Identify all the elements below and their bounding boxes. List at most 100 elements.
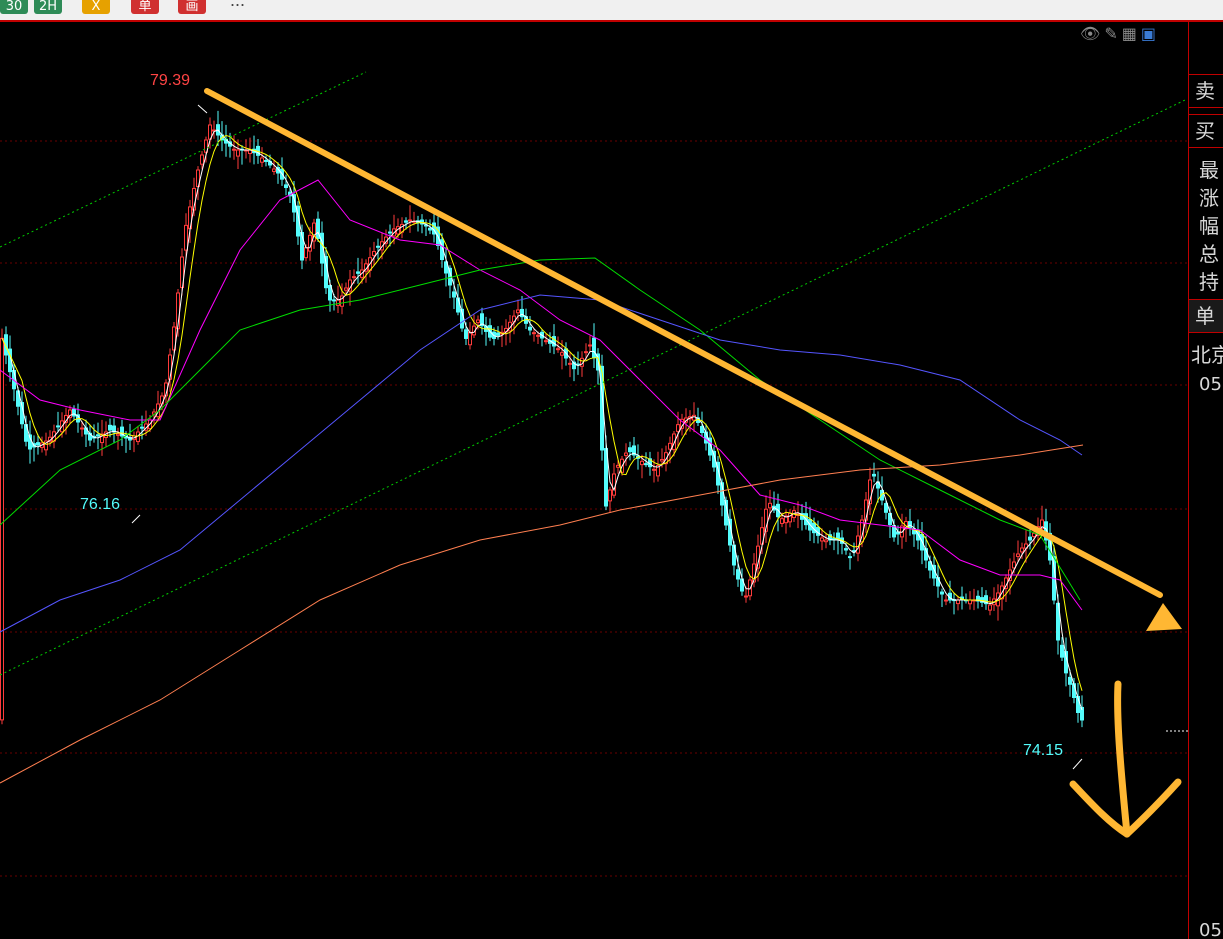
candle-body <box>588 344 592 347</box>
candle-body <box>520 308 524 318</box>
candle-body <box>1028 536 1032 541</box>
ma5-line <box>1 129 1083 711</box>
candle-body <box>468 331 472 346</box>
candle-body <box>532 332 536 335</box>
pencil-icon[interactable]: ✎ <box>1104 24 1117 43</box>
eye-icon[interactable]: 👁 <box>1080 24 1100 43</box>
candle-body <box>372 251 376 256</box>
candle-body <box>700 426 704 434</box>
candle-body <box>844 548 848 551</box>
ma10-line <box>1 134 1083 691</box>
candle-body <box>140 426 144 429</box>
candle-body <box>388 231 392 234</box>
toolbar-more-button[interactable]: ... <box>230 0 245 11</box>
low-marker-arrow-right <box>1072 758 1083 770</box>
candle-body <box>1060 644 1064 658</box>
grid-icon[interactable]: ▦ <box>1122 24 1137 43</box>
candle-body <box>780 518 784 524</box>
total-label: 总 <box>1199 242 1219 266</box>
candle-body <box>624 452 628 456</box>
candle-body <box>744 595 748 598</box>
trend-arrowhead <box>1146 603 1182 631</box>
candle-body <box>556 348 560 351</box>
toolbar-button-0[interactable]: 30 <box>0 0 28 14</box>
panel-icon[interactable]: ▣ <box>1141 24 1156 43</box>
low-marker-arrow-left <box>131 514 141 524</box>
candle-body <box>476 319 480 324</box>
candle-body <box>660 459 664 462</box>
candle-body <box>528 326 532 331</box>
candle-body <box>332 299 336 302</box>
high-marker-arrow <box>197 104 208 114</box>
candle-body <box>768 502 772 509</box>
toolbar-button-1[interactable]: 2H <box>34 0 62 14</box>
candle-body <box>968 599 972 605</box>
candle-body <box>616 464 620 468</box>
high-price-label: 79.39 <box>150 72 191 89</box>
candle-body <box>1016 553 1020 557</box>
left-low-price-label: 76.16 <box>80 496 121 513</box>
buy-label[interactable]: 买 <box>1189 114 1223 148</box>
candle-body <box>536 334 540 337</box>
candle-body <box>872 473 876 477</box>
candle-body <box>464 329 468 339</box>
candle-body <box>284 184 288 188</box>
candle-body <box>568 362 572 365</box>
beijing-time-label: 北京 <box>1191 343 1223 367</box>
candle-body <box>356 271 360 274</box>
candle-body <box>496 332 500 336</box>
top-price-label: 05 <box>1199 374 1222 395</box>
candle-body <box>640 460 644 466</box>
candle-body <box>0 337 4 721</box>
candle-body <box>608 489 612 502</box>
candle-body <box>376 245 380 248</box>
candle-body <box>612 473 616 496</box>
candle-body <box>668 442 672 450</box>
sell-label[interactable]: 卖 <box>1189 74 1223 108</box>
candle-body <box>1020 547 1024 553</box>
candle-body <box>848 556 852 559</box>
hold-label: 持 <box>1199 270 1219 294</box>
price-chart <box>0 71 1188 877</box>
candle-body <box>108 424 112 431</box>
toolbar: 30 2H X 单 画... <box>0 0 1223 22</box>
candle-body <box>644 463 648 466</box>
toolbar-button-3[interactable]: 单 <box>131 0 159 14</box>
candle-body <box>652 468 656 471</box>
candle-body <box>116 433 120 436</box>
ma60-line <box>0 294 1083 633</box>
candle-body <box>260 157 264 163</box>
candle-body <box>584 351 588 354</box>
candle-body <box>560 352 564 356</box>
candle-body <box>628 447 632 453</box>
candle-body <box>56 425 60 428</box>
candle-body <box>344 287 348 291</box>
candle-body <box>544 340 548 343</box>
candle-body <box>304 247 308 259</box>
candle-body <box>72 408 76 417</box>
candle-body <box>988 604 992 611</box>
trend-line <box>204 88 1163 598</box>
candle-body <box>80 427 84 430</box>
candle-body <box>408 219 412 222</box>
candle-body <box>352 276 356 279</box>
latest-label: 最 <box>1199 158 1219 182</box>
candle-body <box>236 149 240 157</box>
candle-body <box>592 337 596 359</box>
candle-body <box>516 309 520 314</box>
candle-body <box>36 442 40 446</box>
candle-body <box>944 599 948 602</box>
down-arrow-shaft <box>1114 680 1131 838</box>
candle-body <box>272 168 276 172</box>
candle-body <box>96 434 100 437</box>
candle-body <box>452 291 456 298</box>
toolbar-button-4[interactable]: 画 <box>178 0 206 14</box>
candle-body <box>200 154 204 165</box>
candle-body <box>428 227 432 231</box>
candle-body <box>676 424 680 432</box>
toolbar-button-2[interactable]: X <box>82 0 110 14</box>
candle-body <box>404 220 408 223</box>
channel-line-upper <box>0 71 367 248</box>
candle-body <box>1068 676 1072 685</box>
candle-body <box>1032 532 1036 537</box>
